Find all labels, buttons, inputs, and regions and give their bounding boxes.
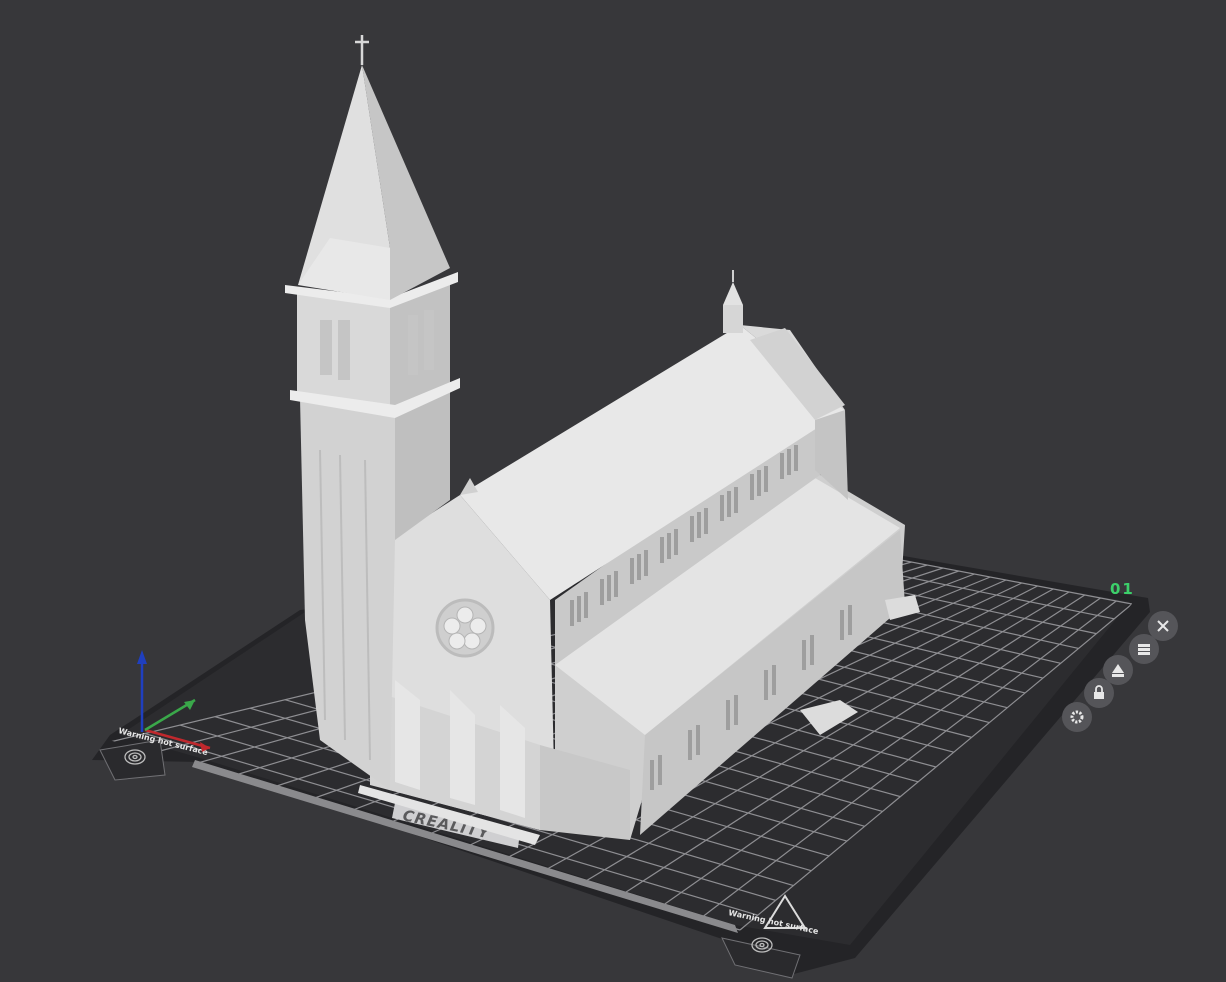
window (600, 579, 604, 605)
window (570, 600, 574, 626)
window (577, 596, 581, 622)
window (734, 695, 738, 725)
window (726, 700, 730, 730)
arrange-button[interactable] (1129, 634, 1159, 664)
window (794, 445, 798, 471)
auto-orient-button[interactable] (1103, 655, 1133, 685)
window (674, 529, 678, 555)
window (584, 592, 588, 618)
arrange-icon (1138, 644, 1150, 655)
window (607, 575, 611, 601)
window (688, 730, 692, 760)
window (650, 760, 654, 790)
window (840, 610, 844, 640)
window (764, 670, 768, 700)
window (644, 550, 648, 576)
window (787, 449, 791, 475)
window (720, 495, 724, 521)
window (727, 491, 731, 517)
window (848, 605, 852, 635)
window (734, 487, 738, 513)
window (802, 640, 806, 670)
church-model[interactable] (285, 35, 920, 845)
gear-icon (1070, 710, 1084, 724)
window (780, 453, 784, 479)
window (810, 635, 814, 665)
plate-number-label: 01 (1110, 580, 1135, 598)
lock-plate-button[interactable] (1084, 678, 1114, 708)
window (772, 665, 776, 695)
plate-settings-button[interactable] (1062, 702, 1092, 732)
window (764, 466, 768, 492)
scene-canvas[interactable]: 01 CREALITY Warning hot surface Warning … (0, 0, 1226, 982)
window (637, 554, 641, 580)
close-plate-button[interactable] (1148, 611, 1178, 641)
window (704, 508, 708, 534)
3d-viewport[interactable]: 01 CREALITY Warning hot surface Warning … (0, 0, 1226, 982)
window (757, 470, 761, 496)
window (630, 558, 634, 584)
window (690, 516, 694, 542)
window (697, 512, 701, 538)
window (696, 725, 700, 755)
window (658, 755, 662, 785)
window (750, 474, 754, 500)
window (667, 533, 671, 559)
window (660, 537, 664, 563)
window (614, 571, 618, 597)
